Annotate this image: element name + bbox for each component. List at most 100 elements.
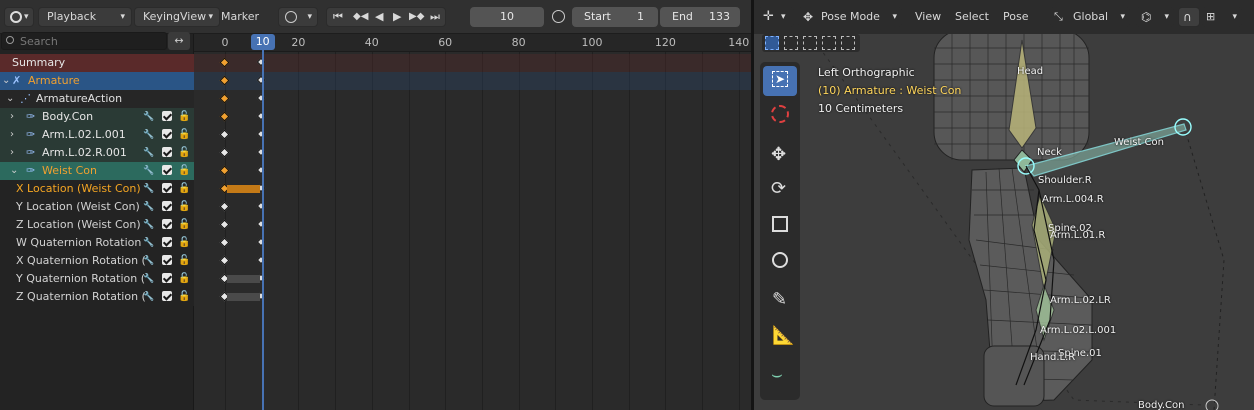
timeline-row[interactable] xyxy=(194,180,751,198)
timeline-row[interactable] xyxy=(194,144,751,162)
modifier-wrench-icon[interactable]: 🔧 xyxy=(143,270,154,288)
modifier-wrench-icon[interactable]: 🔧 xyxy=(143,252,154,270)
playhead-line[interactable] xyxy=(261,34,264,410)
channel-row[interactable]: Y Quaternion Rotation (🔧 🔓 xyxy=(0,270,194,288)
pivot-dropdown[interactable]: ⌬ ▾ xyxy=(1136,7,1174,27)
rotate-tool[interactable]: ⟳ xyxy=(763,174,797,204)
mute-checkbox[interactable] xyxy=(162,237,172,247)
channel-row[interactable]: Y Location (Weist Con) 🔧 🔓 xyxy=(0,198,194,216)
lock-icon[interactable]: 🔓 xyxy=(178,216,190,234)
measure-tool[interactable]: 📐 xyxy=(763,322,797,352)
scale-tool[interactable] xyxy=(763,210,797,240)
mute-checkbox[interactable] xyxy=(162,147,172,157)
modifier-wrench-icon[interactable]: 🔧 xyxy=(143,162,154,180)
view-menu[interactable]: View xyxy=(171,7,215,27)
modifier-wrench-icon[interactable]: 🔧 xyxy=(143,288,154,306)
jump-end-icon[interactable]: ⏭ xyxy=(430,8,440,26)
channel-row[interactable]: W Quaternion Rotation 🔧 🔓 xyxy=(0,234,194,252)
lock-icon[interactable]: 🔓 xyxy=(178,252,190,270)
channel-row[interactable]: X Quaternion Rotation (🔧 🔓 xyxy=(0,252,194,270)
timeline-row[interactable] xyxy=(194,54,751,72)
chevron-right-icon[interactable]: › xyxy=(10,144,14,162)
chevron-right-icon[interactable]: › xyxy=(10,126,14,144)
lock-icon[interactable]: 🔓 xyxy=(178,144,190,162)
current-frame-field[interactable]: 10 xyxy=(470,7,544,27)
select-subtract-icon[interactable] xyxy=(803,36,817,50)
timeline-row[interactable] xyxy=(194,270,751,288)
mute-checkbox[interactable] xyxy=(162,111,172,121)
chevron-down-icon[interactable]: ⌄ xyxy=(10,162,18,180)
marker-menu[interactable]: Marker xyxy=(212,7,270,27)
modifier-wrench-icon[interactable]: 🔧 xyxy=(143,126,154,144)
lock-icon[interactable]: 🔓 xyxy=(178,234,190,252)
mute-checkbox[interactable] xyxy=(162,165,172,175)
channel-row[interactable]: Z Quaternion Rotation (🔧 🔓 xyxy=(0,288,194,306)
transform-tool[interactable] xyxy=(763,246,797,276)
channel-row[interactable]: ⌄ ✗ Armature xyxy=(0,72,194,90)
modifier-wrench-icon[interactable]: 🔧 xyxy=(143,198,154,216)
orientation-dropdown[interactable]: ⤡ Global ▾ xyxy=(1050,7,1130,27)
annotate-tool[interactable]: ✎ xyxy=(763,286,797,316)
channel-row[interactable]: X Location (Weist Con) 🔧 🔓 xyxy=(0,180,194,198)
editor-type-button[interactable]: ▾ xyxy=(4,7,34,27)
mute-checkbox[interactable] xyxy=(162,291,172,301)
modifier-wrench-icon[interactable]: 🔧 xyxy=(143,180,154,198)
channel-row[interactable]: Summary xyxy=(0,54,194,72)
current-frame-badge[interactable]: 10 xyxy=(250,34,275,50)
mute-checkbox[interactable] xyxy=(162,273,172,283)
timeline-row[interactable] xyxy=(194,252,751,270)
channel-row[interactable]: › ✑ Arm.L.02.L.001 🔧 🔓 xyxy=(0,126,194,144)
select-box-tool[interactable]: ➤ xyxy=(763,66,797,96)
channel-row[interactable]: ⌄ ✑ Weist Con 🔧 🔓 xyxy=(0,162,194,180)
hold-bar[interactable] xyxy=(227,293,260,301)
mute-checkbox[interactable] xyxy=(162,183,172,193)
mute-checkbox[interactable] xyxy=(162,129,172,139)
extrude-tool[interactable]: ⌣ xyxy=(763,362,797,392)
timeline-row[interactable] xyxy=(194,108,751,126)
lock-icon[interactable]: 🔓 xyxy=(178,162,190,180)
timeline-row[interactable] xyxy=(194,72,751,90)
timeline-row[interactable] xyxy=(194,288,751,306)
modifier-wrench-icon[interactable]: 🔧 xyxy=(143,234,154,252)
channel-row[interactable]: Z Location (Weist Con) 🔧 🔓 xyxy=(0,216,194,234)
mode-dropdown[interactable]: ✥ Pose Mode ▾ xyxy=(798,7,902,27)
channel-row[interactable]: ⌄ ⋰ ArmatureAction xyxy=(0,90,194,108)
modifier-wrench-icon[interactable]: 🔧 xyxy=(143,144,154,162)
mute-checkbox[interactable] xyxy=(162,201,172,211)
cursor-tool[interactable] xyxy=(763,100,797,130)
start-frame-field[interactable]: Start 1 xyxy=(572,7,658,27)
search-field[interactable]: Search xyxy=(1,32,167,50)
channel-row[interactable]: › ✑ Body.Con 🔧 🔓 xyxy=(0,108,194,126)
chevron-down-icon[interactable]: ⌄ xyxy=(6,90,14,108)
play-icon[interactable]: ▶ xyxy=(393,8,401,26)
playback-menu[interactable]: Playback ▾ xyxy=(38,7,132,27)
select-intersect-icon[interactable] xyxy=(841,36,855,50)
prev-keyframe-icon[interactable]: ◆◀ xyxy=(353,8,368,26)
editor-type-button[interactable]: ✛ ▾ xyxy=(758,7,794,27)
stopwatch-icon[interactable] xyxy=(548,7,570,27)
snap-toggle[interactable]: ∩ xyxy=(1178,7,1200,27)
playback-mode-dropdown[interactable]: ▾ xyxy=(278,7,318,27)
timeline-row[interactable] xyxy=(194,162,751,180)
select-extend-icon[interactable] xyxy=(784,36,798,50)
keyframe-timeline[interactable]: 0 20 40 60 80 100 120 140 10 xyxy=(194,34,751,410)
jump-start-icon[interactable]: ⏮ xyxy=(333,8,343,26)
lock-icon[interactable]: 🔓 xyxy=(178,126,190,144)
swap-arrows-icon[interactable]: ↔ xyxy=(168,32,190,50)
timeline-row[interactable] xyxy=(194,90,751,108)
select-menu[interactable]: Select xyxy=(946,7,1000,27)
timeline-row[interactable] xyxy=(194,216,751,234)
timeline-row[interactable] xyxy=(194,198,751,216)
hold-bar[interactable] xyxy=(227,275,260,283)
mute-checkbox[interactable] xyxy=(162,219,172,229)
hold-bar[interactable] xyxy=(227,185,260,193)
lock-icon[interactable]: 🔓 xyxy=(178,108,190,126)
lock-icon[interactable]: 🔓 xyxy=(178,198,190,216)
channel-row[interactable]: › ✑ Arm.L.02.R.001 🔧 🔓 xyxy=(0,144,194,162)
frame-ruler[interactable]: 0 20 40 60 80 100 120 140 xyxy=(194,34,751,52)
play-reverse-icon[interactable]: ◀ xyxy=(375,8,383,26)
end-frame-field[interactable]: End 133 xyxy=(660,7,740,27)
chevron-right-icon[interactable]: › xyxy=(10,108,14,126)
lock-icon[interactable]: 🔓 xyxy=(178,288,190,306)
pose-menu[interactable]: Pose xyxy=(994,7,1040,27)
